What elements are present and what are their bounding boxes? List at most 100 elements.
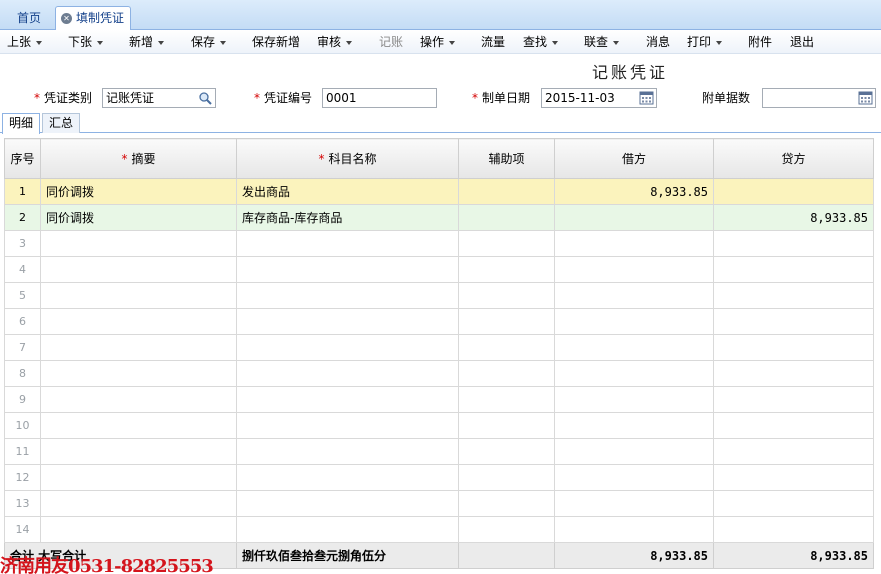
summary-cell[interactable]: [40, 334, 237, 361]
debit-cell[interactable]: [554, 308, 714, 335]
account-cell[interactable]: 库存商品-库存商品: [236, 204, 459, 231]
toolbar-button-14[interactable]: 附件: [748, 30, 772, 54]
account-cell[interactable]: [236, 490, 459, 517]
debit-cell[interactable]: [554, 464, 714, 491]
column-header-account[interactable]: * 科目名称: [236, 138, 459, 179]
table-row[interactable]: 4: [4, 256, 874, 283]
chevron-down-icon[interactable]: [613, 40, 620, 45]
table-row[interactable]: 1 同价调拨 发出商品 8,933.85: [4, 178, 874, 205]
table-row[interactable]: 6: [4, 308, 874, 335]
toolbar-button-4[interactable]: 保存: [191, 30, 227, 54]
toolbar-button-8[interactable]: 操作: [420, 30, 456, 54]
credit-cell[interactable]: [713, 282, 874, 309]
summary-cell[interactable]: [40, 282, 237, 309]
table-row[interactable]: 8: [4, 360, 874, 387]
credit-cell[interactable]: [713, 490, 874, 517]
toolbar-button-15[interactable]: 退出: [790, 30, 814, 54]
summary-cell[interactable]: [40, 386, 237, 413]
summary-cell[interactable]: 同价调拨: [40, 178, 237, 205]
debit-cell[interactable]: 8,933.85: [554, 178, 714, 205]
account-cell[interactable]: [236, 412, 459, 439]
credit-cell[interactable]: 8,933.85: [713, 204, 874, 231]
account-cell[interactable]: 发出商品: [236, 178, 459, 205]
tab-home[interactable]: 首页: [6, 6, 52, 30]
account-cell[interactable]: [236, 464, 459, 491]
debit-cell[interactable]: [554, 490, 714, 517]
summary-cell[interactable]: [40, 438, 237, 465]
chevron-down-icon[interactable]: [449, 40, 456, 45]
search-icon[interactable]: [198, 91, 213, 105]
voucher-no-field[interactable]: 0001: [322, 88, 437, 108]
credit-cell[interactable]: [713, 516, 874, 543]
aux-cell[interactable]: [458, 334, 555, 361]
column-header-aux[interactable]: 辅助项: [458, 138, 555, 179]
toolbar-button-5[interactable]: 保存新增: [252, 30, 300, 54]
aux-cell[interactable]: [458, 360, 555, 387]
table-row[interactable]: 11: [4, 438, 874, 465]
summary-cell[interactable]: [40, 308, 237, 335]
calendar-icon[interactable]: [858, 91, 873, 105]
calendar-icon[interactable]: [639, 91, 654, 105]
credit-cell[interactable]: [713, 308, 874, 335]
table-row[interactable]: 5: [4, 282, 874, 309]
table-row[interactable]: 10: [4, 412, 874, 439]
debit-cell[interactable]: [554, 204, 714, 231]
summary-cell[interactable]: [40, 230, 237, 257]
table-row[interactable]: 13: [4, 490, 874, 517]
toolbar-button-12[interactable]: 消息: [646, 30, 670, 54]
voucher-date-field[interactable]: 2015-11-03: [541, 88, 657, 108]
toolbar-button-2[interactable]: 下张: [68, 30, 104, 54]
toolbar-button-13[interactable]: 打印: [687, 30, 723, 54]
aux-cell[interactable]: [458, 516, 555, 543]
account-cell[interactable]: [236, 282, 459, 309]
toolbar-button-9[interactable]: 流量: [481, 30, 505, 54]
aux-cell[interactable]: [458, 308, 555, 335]
aux-cell[interactable]: [458, 282, 555, 309]
attachment-count-field[interactable]: [762, 88, 876, 108]
debit-cell[interactable]: [554, 282, 714, 309]
account-cell[interactable]: [236, 386, 459, 413]
credit-cell[interactable]: [713, 256, 874, 283]
account-cell[interactable]: [236, 334, 459, 361]
column-header-credit[interactable]: 贷方: [713, 138, 874, 179]
account-cell[interactable]: [236, 360, 459, 387]
column-header-debit[interactable]: 借方: [554, 138, 714, 179]
summary-cell[interactable]: [40, 360, 237, 387]
debit-cell[interactable]: [554, 230, 714, 257]
table-row[interactable]: 2 同价调拨 库存商品-库存商品 8,933.85: [4, 204, 874, 231]
credit-cell[interactable]: [713, 230, 874, 257]
account-cell[interactable]: [236, 308, 459, 335]
voucher-type-field[interactable]: 记账凭证: [102, 88, 216, 108]
summary-cell[interactable]: 同价调拨: [40, 204, 237, 231]
aux-cell[interactable]: [458, 386, 555, 413]
toolbar-button-6[interactable]: 审核: [317, 30, 353, 54]
aux-cell[interactable]: [458, 230, 555, 257]
summary-cell[interactable]: [40, 256, 237, 283]
summary-cell[interactable]: [40, 412, 237, 439]
account-cell[interactable]: [236, 256, 459, 283]
table-row[interactable]: 14: [4, 516, 874, 543]
table-row[interactable]: 7: [4, 334, 874, 361]
chevron-down-icon[interactable]: [158, 40, 165, 45]
aux-cell[interactable]: [458, 256, 555, 283]
toolbar-button-1[interactable]: 上张: [7, 30, 43, 54]
summary-cell[interactable]: [40, 464, 237, 491]
chevron-down-icon[interactable]: [346, 40, 353, 45]
aux-cell[interactable]: [458, 438, 555, 465]
credit-cell[interactable]: [713, 464, 874, 491]
debit-cell[interactable]: [554, 334, 714, 361]
chevron-down-icon[interactable]: [97, 40, 104, 45]
debit-cell[interactable]: [554, 412, 714, 439]
tab-summary[interactable]: 汇总: [42, 113, 81, 133]
tab-detail[interactable]: 明细: [2, 113, 41, 134]
debit-cell[interactable]: [554, 360, 714, 387]
toolbar-button-7[interactable]: 记账: [379, 30, 403, 54]
table-row[interactable]: 12: [4, 464, 874, 491]
chevron-down-icon[interactable]: [552, 40, 559, 45]
chevron-down-icon[interactable]: [716, 40, 723, 45]
toolbar-button-3[interactable]: 新增: [129, 30, 165, 54]
table-row[interactable]: 9: [4, 386, 874, 413]
aux-cell[interactable]: [458, 204, 555, 231]
close-icon[interactable]: ✕: [61, 13, 72, 24]
account-cell[interactable]: [236, 230, 459, 257]
